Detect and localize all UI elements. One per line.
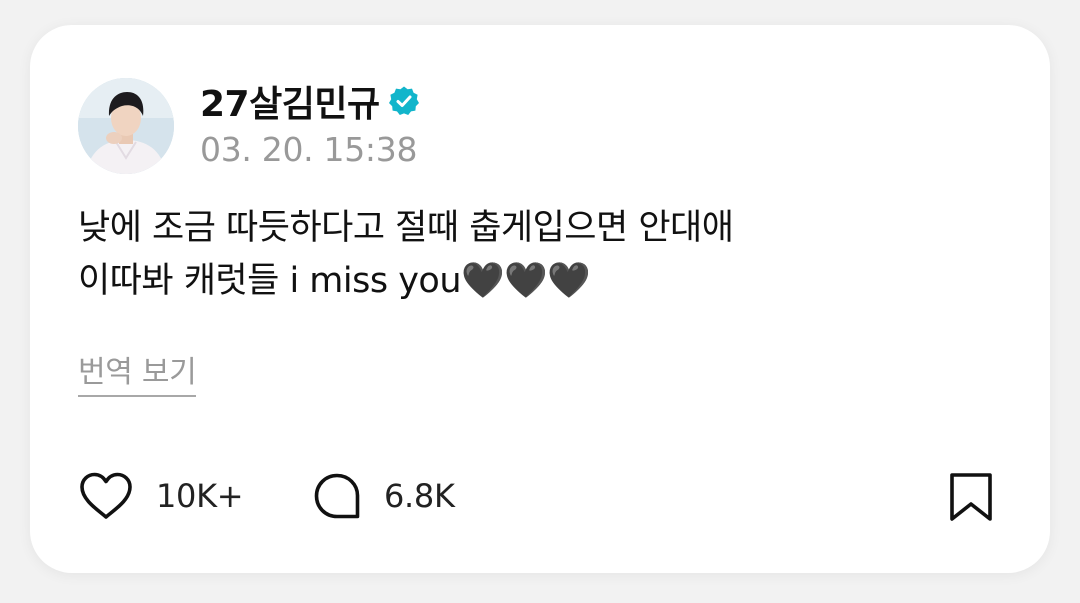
post-body-line-1: 낮에 조금 따듯하다고 절때 춥게입으면 안대애 xyxy=(78,208,734,248)
reply-button[interactable]: 6.8K xyxy=(312,471,455,521)
username[interactable]: 27살김민규 xyxy=(200,75,380,127)
like-button[interactable]: 10K+ xyxy=(78,471,244,521)
post-card: 27살김민규 03. 20. 15:38 낮에 조금 따듯하다고 절때 춥게입으… xyxy=(30,25,1050,573)
heart-outline-icon xyxy=(80,472,132,519)
reply-count: 6.8K xyxy=(384,477,455,515)
post-body: 낮에 조금 따듯하다고 절때 춥게입으면 안대애 이따봐 캐럿들 i miss … xyxy=(78,202,978,308)
post-body-line-2: 이따봐 캐럿들 i miss you🖤🖤🖤 xyxy=(78,261,591,301)
translate-link[interactable]: 번역 보기 xyxy=(78,347,197,397)
speech-bubble-icon xyxy=(314,473,360,519)
bookmark-icon xyxy=(950,473,992,521)
avatar-image xyxy=(78,78,174,174)
avatar[interactable] xyxy=(78,78,174,174)
verified-badge-icon xyxy=(388,85,420,117)
post-timestamp: 03. 20. 15:38 xyxy=(200,130,418,169)
bookmark-button[interactable] xyxy=(946,471,996,523)
like-count: 10K+ xyxy=(156,477,244,515)
author-row: 27살김민규 xyxy=(200,75,420,127)
